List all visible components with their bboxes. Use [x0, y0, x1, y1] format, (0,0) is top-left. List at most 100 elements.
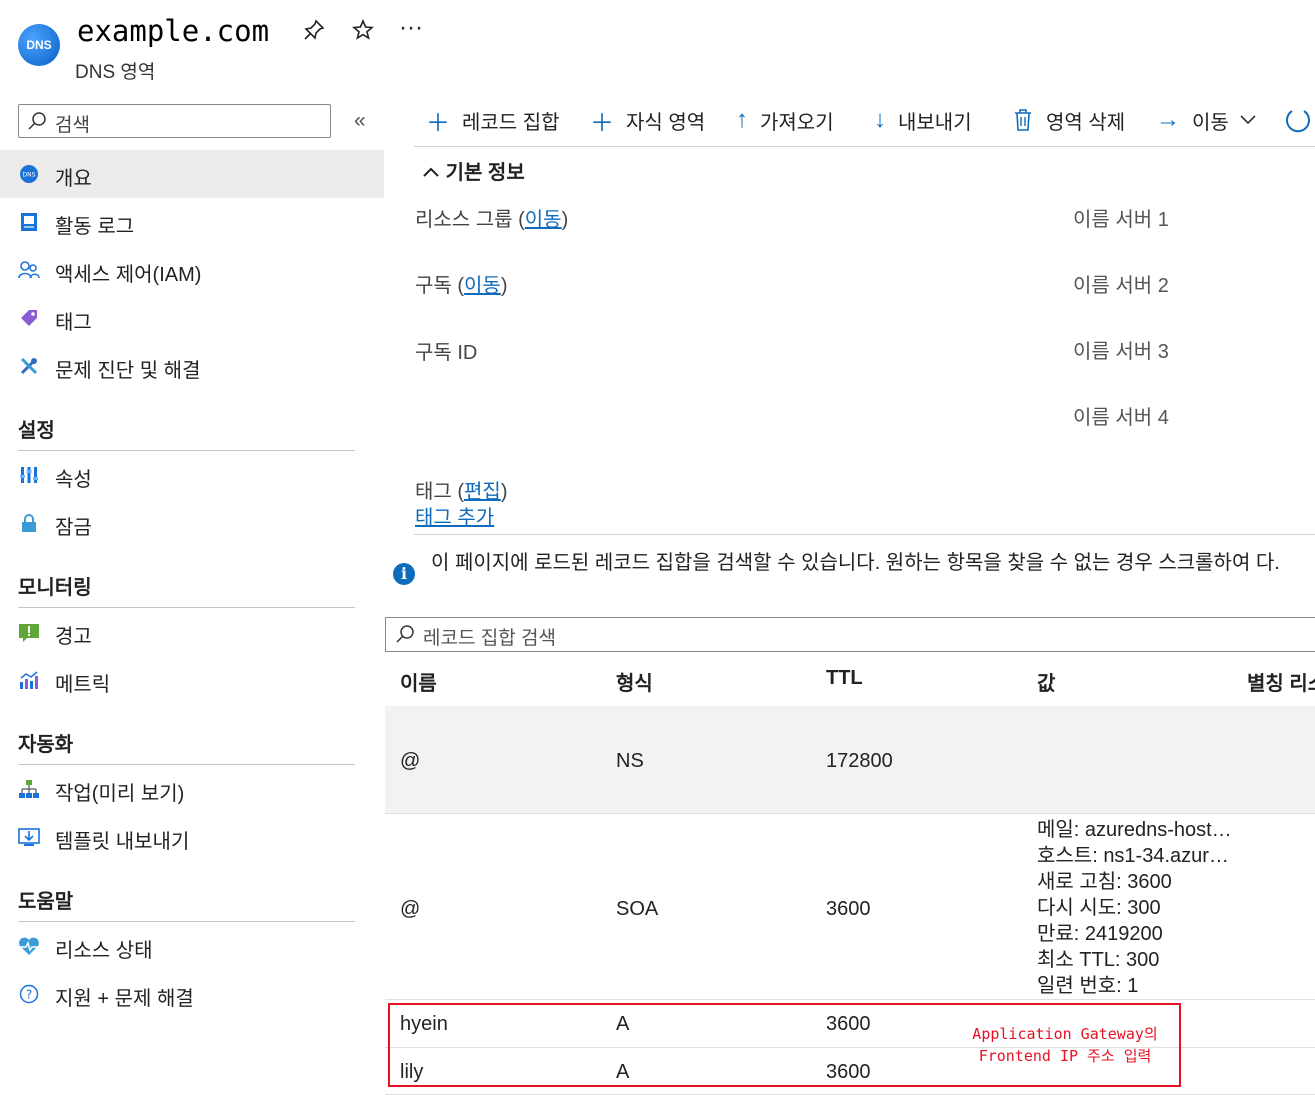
sidebar-item-tags[interactable]: 태그	[0, 294, 384, 342]
column-header-name[interactable]: 이름	[400, 667, 437, 696]
sidebar-item-label: 템플릿 내보내기	[55, 831, 190, 853]
section-monitoring: 모니터링	[18, 577, 92, 599]
sidebar-item-label: 액세스 제어(IAM)	[55, 264, 202, 286]
activity-log-icon	[18, 211, 40, 233]
tasks-icon	[18, 778, 40, 800]
lock-icon	[18, 512, 40, 534]
soa-host: 호스트: ns1-34.azur…	[1037, 845, 1229, 867]
sidebar-item-resource-health[interactable]: 리소스 상태	[0, 922, 384, 970]
heart-icon	[18, 935, 40, 957]
sidebar-item-label: 지원 + 문제 해결	[55, 988, 194, 1010]
section-automation: 자동화	[18, 734, 74, 756]
sidebar-item-activity-log[interactable]: 활동 로그	[0, 198, 384, 246]
properties-icon	[18, 464, 40, 486]
annotation-note: Application Gateway의 Frontend IP 주소 입력	[972, 1025, 1158, 1065]
column-header-ttl[interactable]: TTL	[826, 667, 863, 690]
record-set-search[interactable]: 레코드 집합 검색	[385, 617, 1315, 652]
star-icon[interactable]	[351, 18, 375, 42]
record-type: SOA	[616, 898, 659, 920]
record-set-search-placeholder: 레코드 집합 검색	[423, 628, 556, 649]
sidebar-item-overview[interactable]: DNS 개요	[0, 150, 384, 198]
name-server-4-label: 이름 서버 4	[1073, 407, 1169, 429]
name-server-3-label: 이름 서버 3	[1073, 341, 1169, 363]
sidebar-item-export-template[interactable]: 템플릿 내보내기	[0, 813, 384, 861]
sidebar-item-lock[interactable]: 잠금	[0, 499, 384, 547]
record-ttl: 172800	[826, 750, 893, 772]
export-button[interactable]: ↓ 내보내기	[874, 104, 972, 136]
export-template-icon	[18, 826, 40, 848]
trash-icon	[1012, 108, 1034, 132]
import-button[interactable]: ↑ 가져오기	[736, 104, 834, 136]
page-subtitle: DNS 영역	[75, 62, 156, 83]
chevron-up-icon	[422, 162, 446, 184]
name-server-1-label: 이름 서버 1	[1073, 209, 1169, 231]
column-header-type[interactable]: 형식	[616, 667, 653, 696]
tags-edit-link[interactable]: 편집	[464, 481, 501, 503]
soa-email: 메일: azuredns-host…	[1037, 819, 1232, 841]
subscription-id-label: 구독 ID	[415, 342, 478, 364]
soa-min-ttl: 최소 TTL: 300	[1037, 949, 1160, 971]
wrench-icon	[18, 355, 40, 377]
tag-icon	[18, 307, 40, 329]
arrow-right-icon: →	[1156, 106, 1180, 133]
section-help: 도움말	[18, 891, 74, 913]
arrow-down-icon: ↓	[874, 106, 886, 133]
more-icon[interactable]: ···	[399, 14, 423, 42]
svg-text:?: ?	[26, 988, 32, 1002]
dns-icon: DNS	[18, 163, 40, 185]
chevron-down-icon	[1239, 114, 1257, 126]
table-row[interactable]: @ NS 172800	[385, 706, 1315, 813]
soa-refresh: 새로 고침: 3600	[1037, 871, 1172, 893]
sidebar-item-tasks[interactable]: 작업(미리 보기)	[0, 765, 384, 813]
sidebar-item-label: 개요	[55, 168, 92, 190]
sidebar-item-label: 리소스 상태	[55, 940, 153, 962]
sidebar-item-metrics[interactable]: 메트릭	[0, 656, 384, 704]
section-settings: 설정	[18, 420, 55, 442]
soa-retry: 다시 시도: 300	[1037, 897, 1161, 919]
essentials-toggle[interactable]: 기본 정보	[422, 156, 525, 185]
sidebar-item-iam[interactable]: 액세스 제어(IAM)	[0, 246, 384, 294]
soa-expire: 만료: 2419200	[1037, 923, 1163, 945]
arrow-up-icon: ↑	[736, 106, 748, 133]
resource-group-field: 리소스 그룹 (이동)	[415, 209, 569, 231]
subscription-field: 구독 (이동)	[415, 275, 508, 297]
plus-icon: ＋	[426, 109, 450, 137]
name-server-2-label: 이름 서버 2	[1073, 275, 1169, 297]
refresh-icon	[1284, 106, 1312, 134]
sidebar-item-label: 문제 진단 및 해결	[55, 360, 201, 382]
sidebar-item-support[interactable]: ? 지원 + 문제 해결	[0, 970, 384, 1018]
add-record-set-button[interactable]: ＋ 레코드 집합	[426, 104, 560, 137]
record-name: @	[400, 898, 421, 920]
move-button[interactable]: → 이동	[1156, 104, 1257, 136]
sidebar-item-label: 경고	[55, 626, 92, 648]
pin-icon[interactable]	[302, 18, 326, 42]
refresh-button[interactable]	[1284, 104, 1312, 136]
plus-icon: ＋	[590, 109, 614, 137]
delete-zone-button[interactable]: 영역 삭제	[1012, 104, 1125, 136]
sidebar-item-alerts[interactable]: 경고	[0, 608, 384, 656]
dns-zone-logo: DNS	[18, 24, 60, 66]
add-child-zone-button[interactable]: ＋ 자식 영역	[590, 104, 705, 137]
alert-icon	[18, 621, 40, 643]
help-icon: ?	[18, 983, 40, 1005]
sidebar-item-label: 태그	[55, 312, 92, 334]
record-type: NS	[616, 750, 644, 772]
column-header-value[interactable]: 값	[1037, 667, 1055, 696]
sidebar-search[interactable]: 검색	[18, 104, 331, 138]
essentials-divider	[414, 534, 1315, 535]
column-header-alias[interactable]: 별칭 리소	[1247, 667, 1315, 696]
resource-group-move-link[interactable]: 이동	[525, 209, 562, 231]
sidebar-item-label: 메트릭	[55, 674, 111, 696]
collapse-sidebar-button[interactable]: «	[354, 109, 366, 133]
soa-serial: 일련 번호: 1	[1037, 975, 1139, 997]
search-icon	[27, 111, 47, 131]
record-name: @	[400, 750, 421, 772]
tags-field: 태그 (편집)	[415, 481, 508, 503]
people-icon	[18, 259, 40, 281]
subscription-move-link[interactable]: 이동	[464, 275, 501, 297]
sidebar-item-diagnose[interactable]: 문제 진단 및 해결	[0, 342, 384, 390]
info-message: 이 페이지에 로드된 레코드 집합을 검색할 수 있습니다. 원하는 항목을 찾…	[431, 552, 1280, 574]
svg-text:DNS: DNS	[23, 172, 36, 179]
add-tag-link[interactable]: 태그 추가	[415, 501, 494, 530]
sidebar-item-properties[interactable]: 속성	[0, 451, 384, 499]
